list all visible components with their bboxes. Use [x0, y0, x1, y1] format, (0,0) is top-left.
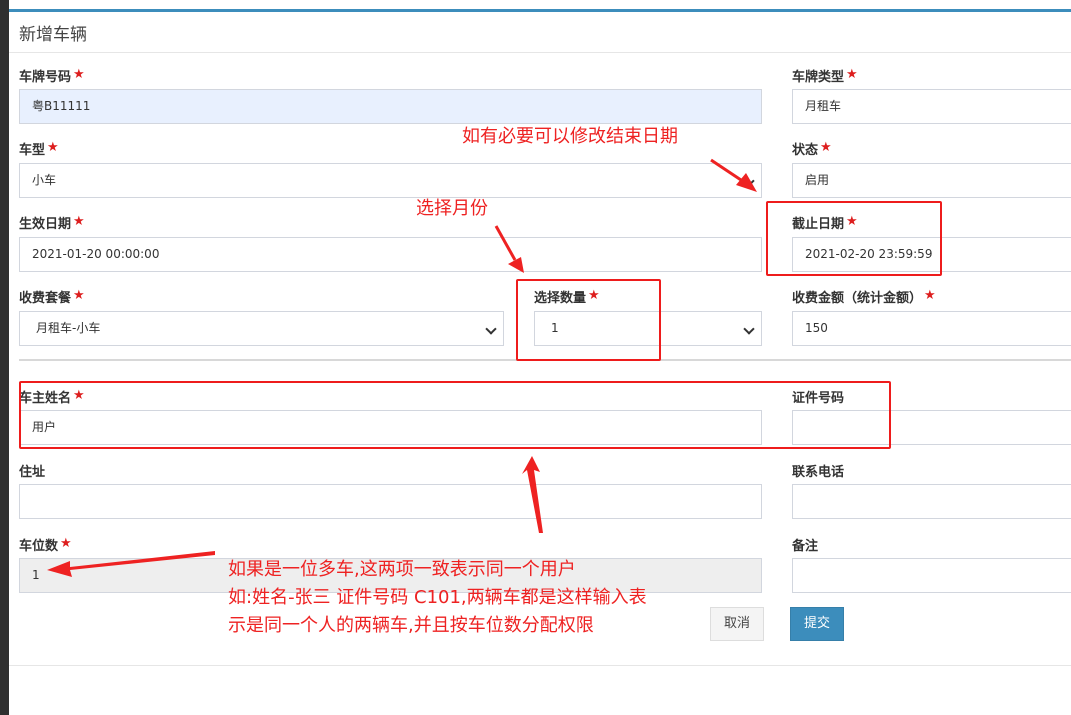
arrow-spaces-left [47, 551, 215, 577]
arrow-month [494, 225, 517, 261]
owner-note-line2: 如:姓名-张三 证件号码 C101,两辆车都是这样输入表 [228, 587, 647, 608]
month-note: 选择月份 [416, 198, 488, 219]
arrow-owner-up [522, 456, 543, 533]
arrow-head-end-date [736, 173, 757, 192]
end-date-note: 如有必要可以修改结束日期 [462, 126, 678, 147]
arrow-end-date [710, 158, 745, 184]
owner-note-line3: 示是同一个人的两辆车,并且按车位数分配权限 [228, 615, 594, 636]
owner-note-line1: 如果是一位多车,这两项一致表示同一个用户 [228, 559, 576, 580]
